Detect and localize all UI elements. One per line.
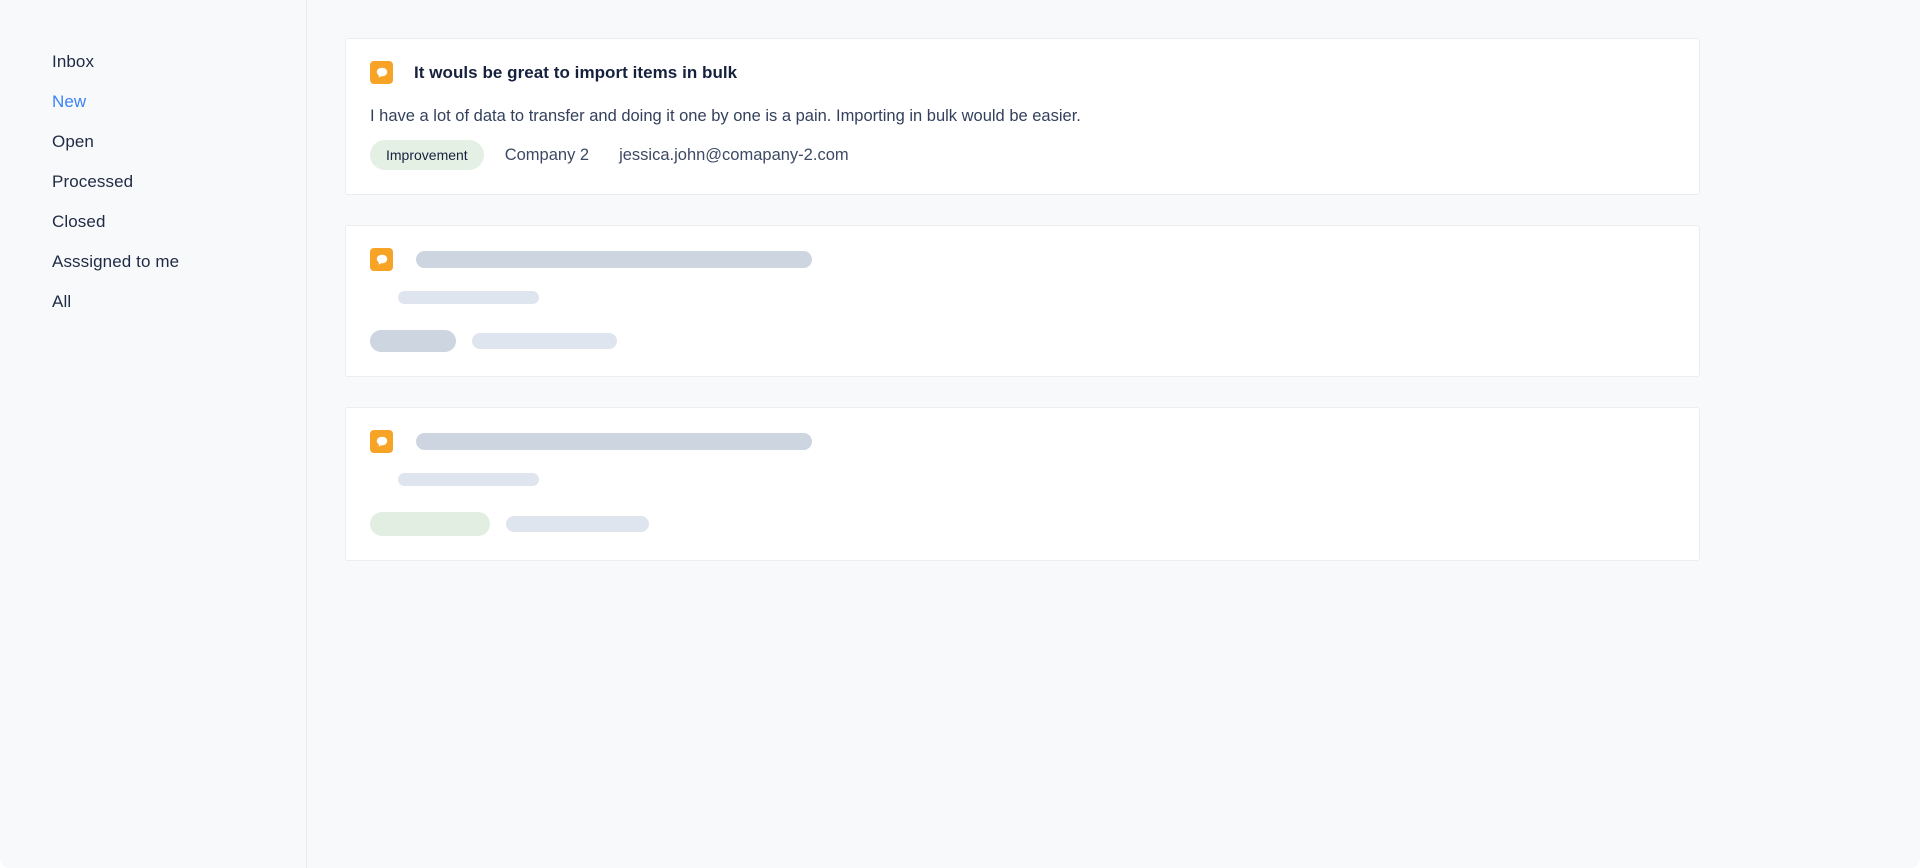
badge-placeholder	[370, 512, 490, 536]
sidebar-item-open[interactable]: Open	[0, 122, 306, 162]
sidebar: Inbox New Open Processed Closed Asssigne…	[0, 0, 307, 868]
chat-bubble-icon	[370, 61, 393, 84]
chat-bubble-icon	[370, 248, 393, 271]
sidebar-item-new[interactable]: New	[0, 82, 306, 122]
title-placeholder	[416, 251, 812, 268]
sidebar-item-closed[interactable]: Closed	[0, 202, 306, 242]
body-placeholder	[398, 473, 539, 486]
badge-placeholder	[370, 330, 456, 352]
chat-bubble-icon	[370, 430, 393, 453]
feedback-card-meta: Improvement Company 2 jessica.john@comap…	[370, 140, 1675, 170]
feedback-list: It wouls be great to import items in bul…	[307, 0, 1920, 868]
sidebar-item-assigned-to-me[interactable]: Asssigned to me	[0, 242, 306, 282]
feedback-card[interactable]: It wouls be great to import items in bul…	[345, 38, 1700, 195]
feedback-card-body: I have a lot of data to transfer and doi…	[370, 107, 1081, 125]
sidebar-item-all[interactable]: All	[0, 282, 306, 322]
meta-placeholder	[506, 516, 649, 532]
feedback-card-skeleton[interactable]	[345, 407, 1700, 561]
feedback-card-header: It wouls be great to import items in bul…	[370, 61, 1675, 84]
feedback-card-title: It wouls be great to import items in bul…	[414, 62, 738, 82]
feedback-card-meta	[370, 512, 1675, 536]
status-badge[interactable]: Improvement	[370, 140, 484, 170]
sidebar-nav-list: Inbox New Open Processed Closed Asssigne…	[0, 42, 306, 322]
company-label: Company 2	[504, 146, 590, 164]
title-placeholder	[416, 433, 812, 450]
feedback-card-content	[346, 408, 1699, 560]
feedback-card-skeleton[interactable]	[345, 225, 1700, 377]
sidebar-item-processed[interactable]: Processed	[0, 162, 306, 202]
sidebar-item-inbox[interactable]: Inbox	[0, 42, 306, 82]
feedback-card-header	[370, 248, 1675, 271]
email-label: jessica.john@comapany-2.com	[619, 146, 849, 164]
meta-placeholder	[472, 333, 617, 349]
feedback-card-meta	[370, 330, 1675, 352]
body-placeholder	[398, 291, 539, 304]
feedback-card-content	[346, 226, 1699, 376]
app-frame: Inbox New Open Processed Closed Asssigne…	[0, 0, 1920, 868]
feedback-card-content: It wouls be great to import items in bul…	[346, 39, 1699, 194]
feedback-card-header	[370, 430, 1675, 453]
